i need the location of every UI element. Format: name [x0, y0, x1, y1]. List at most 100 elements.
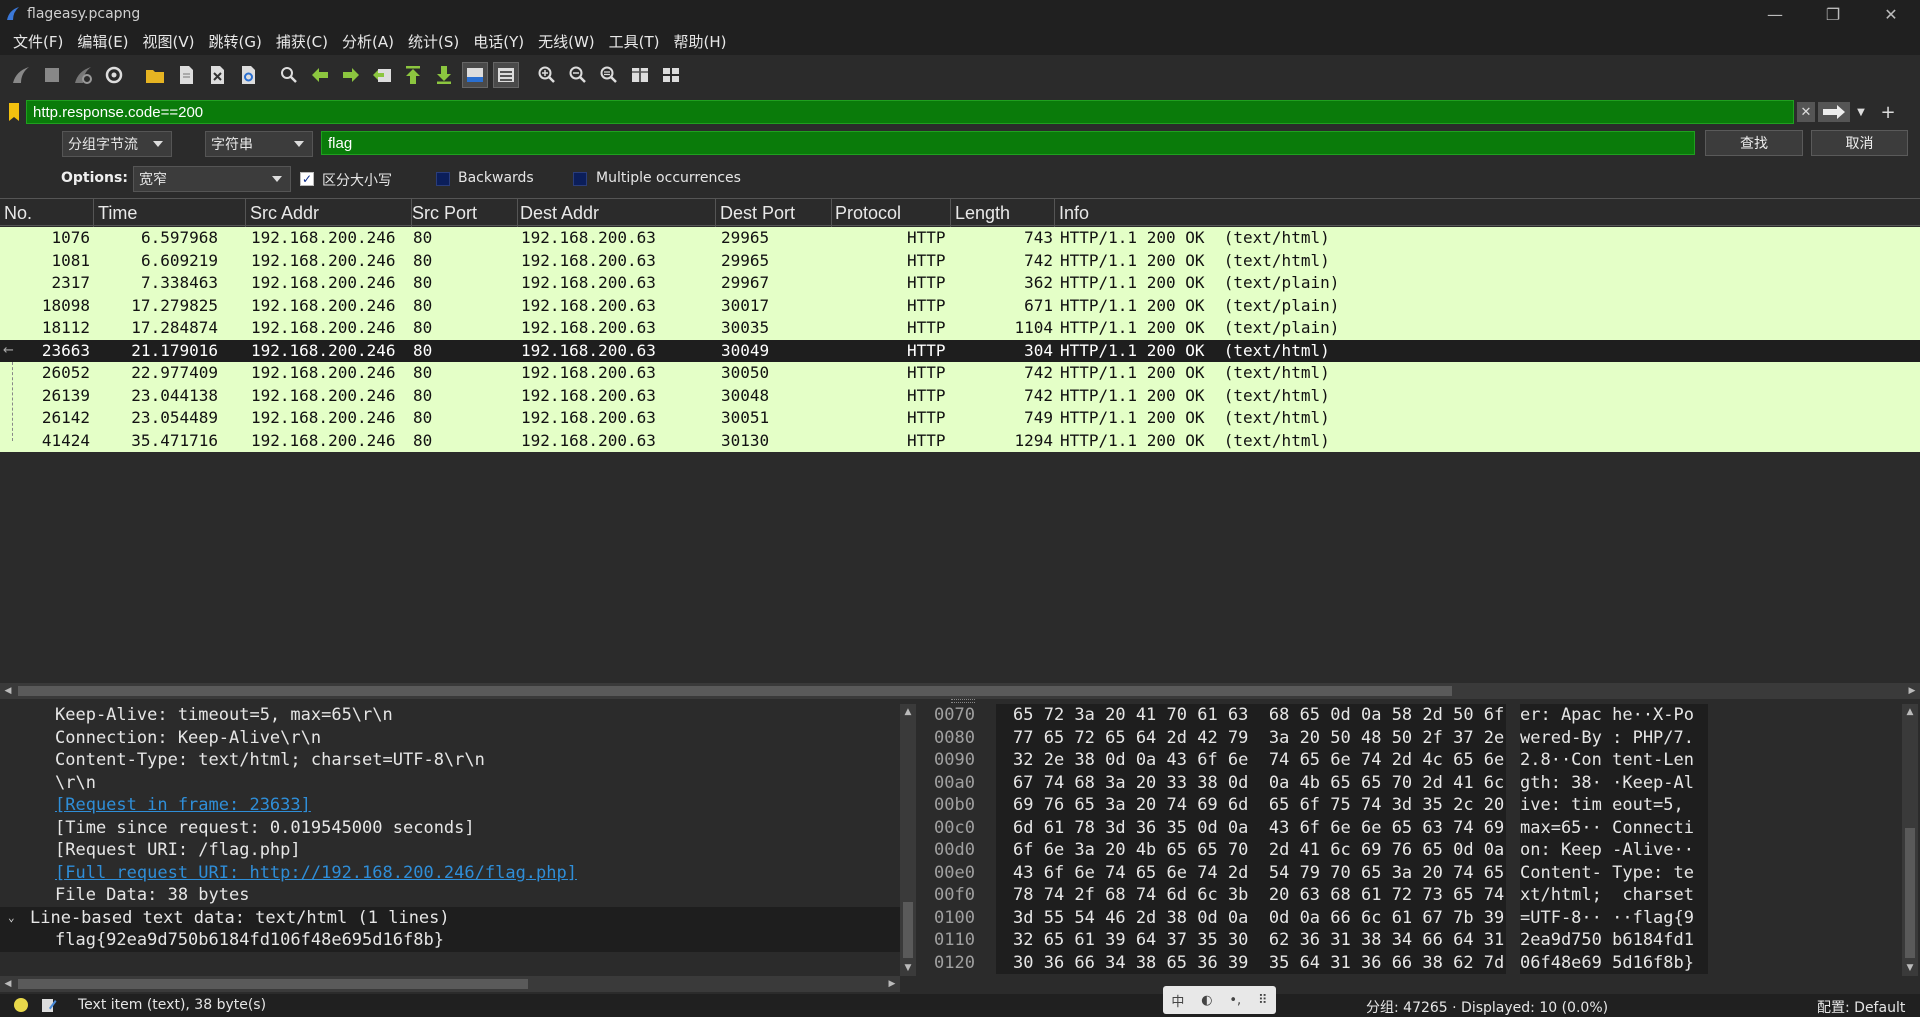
- edit-comment-icon[interactable]: [41, 997, 57, 1013]
- menu-edit[interactable]: 编辑(E): [70, 31, 135, 52]
- detail-row[interactable]: flag{92ea9d750b6184fd106f48e695d16f8b}: [0, 929, 900, 952]
- column-header-info[interactable]: Info: [1055, 199, 1920, 227]
- colorize-button[interactable]: [493, 62, 519, 88]
- pane-splitter-handle[interactable]: [951, 699, 975, 703]
- restart-capture-button[interactable]: [70, 62, 96, 88]
- column-header-dest-addr[interactable]: Dest Addr: [516, 199, 716, 227]
- ime-punctuation-icon[interactable]: •,: [1229, 993, 1241, 1008]
- byte-ascii[interactable]: gth: 38· ·Keep-Al: [1520, 771, 1708, 794]
- zoom-out-button[interactable]: [565, 62, 591, 88]
- column-header-no[interactable]: No.: [0, 199, 94, 227]
- byte-hex[interactable]: 77 65 72 65 64 2d 42 79 3a 20 50 48 50 2…: [996, 726, 1506, 749]
- packet-row[interactable]: 1076 6.597968 192.168.200.246 80 192.168.200…: [0, 227, 1920, 250]
- byte-ascii[interactable]: =UTF-8·· ··flag{9: [1520, 906, 1708, 929]
- column-header-protocol[interactable]: Protocol: [831, 199, 951, 227]
- byte-hex[interactable]: 6d 61 78 3d 36 35 0d 0a 43 6f 6e 6e 65 6…: [996, 816, 1506, 839]
- zoom-in-button[interactable]: [534, 62, 560, 88]
- expert-info-icon[interactable]: [14, 998, 28, 1012]
- menu-analyze[interactable]: 分析(A): [335, 31, 401, 52]
- first-packet-button[interactable]: [400, 62, 426, 88]
- backwards-checkbox[interactable]: [436, 172, 450, 186]
- packet-row[interactable]: 18098 17.279825 192.168.200.246 80 192.168.2…: [0, 294, 1920, 317]
- display-filter-input[interactable]: [26, 100, 1794, 124]
- column-header-dest-port[interactable]: Dest Port: [716, 199, 832, 227]
- byte-ascii[interactable]: wered-By : PHP/7.: [1520, 726, 1708, 749]
- go-to-packet-button[interactable]: [369, 62, 395, 88]
- expand-chevron-icon[interactable]: ⌄: [8, 907, 15, 930]
- byte-hex[interactable]: 65 72 3a 20 41 70 61 63 68 65 0d 0a 58 2…: [996, 704, 1506, 727]
- byte-ascii[interactable]: 2.8··Con tent-Len: [1520, 749, 1708, 772]
- byte-ascii[interactable]: max=65·· Connecti: [1520, 816, 1708, 839]
- packet-row[interactable]: 26139 23.044138 192.168.200.246 80 192.168.2…: [0, 384, 1920, 407]
- menu-view[interactable]: 视图(V): [136, 31, 202, 52]
- column-header-length[interactable]: Length: [951, 199, 1055, 227]
- detail-row[interactable]: ⌄ Line-based text data: text/html (1 line…: [0, 906, 900, 930]
- open-file-button[interactable]: [142, 62, 168, 88]
- detail-row[interactable]: File Data: 38 bytes: [0, 884, 900, 907]
- column-header-src-addr[interactable]: Src Addr: [246, 199, 412, 227]
- ime-toolbar[interactable]: 中 ◐ •, ⠿: [1163, 986, 1276, 1014]
- menu-wireless[interactable]: 无线(W): [531, 31, 602, 52]
- detail-link-row[interactable]: [Request in frame: 23633]: [0, 794, 900, 817]
- byte-hex[interactable]: 67 74 68 3a 20 33 38 0d 0a 4b 65 65 70 2…: [996, 771, 1506, 794]
- stop-capture-button[interactable]: [39, 62, 65, 88]
- byte-ascii[interactable]: on: Keep -Alive··: [1520, 839, 1708, 862]
- byte-ascii[interactable]: 06f48e69 5d16f8b}: [1520, 951, 1708, 974]
- find-query-input[interactable]: [321, 131, 1695, 155]
- packet-list-hscroll-thumb[interactable]: [18, 686, 1452, 696]
- packet-row[interactable]: 41424 35.471716 192.168.200.246 80 192.168.2…: [0, 429, 1920, 452]
- byte-hex[interactable]: 6f 6e 3a 20 4b 65 65 70 2d 41 6c 69 76 6…: [996, 839, 1506, 862]
- recent-filters-dropdown[interactable]: ▼: [1853, 102, 1869, 122]
- go-back-button[interactable]: [307, 62, 333, 88]
- case-sensitive-checkbox[interactable]: ✓: [300, 172, 314, 186]
- byte-ascii[interactable]: Content- Type: te: [1520, 861, 1708, 884]
- detail-row[interactable]: Content-Type: text/html; charset=UTF-8\r…: [0, 749, 900, 772]
- add-filter-button[interactable]: +: [1878, 100, 1898, 124]
- capture-options-button[interactable]: [101, 62, 127, 88]
- ime-moon-icon[interactable]: ◐: [1201, 993, 1212, 1008]
- menu-go[interactable]: 跳转(G): [202, 31, 269, 52]
- resize-columns-button[interactable]: [627, 62, 653, 88]
- zoom-reset-button[interactable]: [596, 62, 622, 88]
- layout-button[interactable]: [658, 62, 684, 88]
- details-vscroll-thumb[interactable]: [903, 902, 913, 958]
- clear-filter-button[interactable]: ✕: [1797, 102, 1815, 122]
- ime-menu-icon[interactable]: ⠿: [1258, 993, 1268, 1008]
- detail-row[interactable]: Connection: Keep-Alive\r\n: [0, 727, 900, 750]
- reload-file-button[interactable]: [235, 62, 261, 88]
- column-header-src-port[interactable]: Src Port: [408, 199, 518, 227]
- packet-row[interactable]: 26142 23.054489 192.168.200.246 80 192.168.2…: [0, 407, 1920, 430]
- search-type-select[interactable]: 字符串: [205, 131, 313, 157]
- ime-mode-icon[interactable]: 中: [1171, 991, 1184, 1010]
- packet-row[interactable]: 23663 21.179016 192.168.200.246 80 192.168.2…: [0, 339, 1920, 362]
- byte-ascii[interactable]: ive: tim eout=5,: [1520, 794, 1708, 817]
- start-capture-button[interactable]: [8, 62, 34, 88]
- detail-link-row[interactable]: [Full request URI: http://192.168.200.24…: [0, 862, 900, 885]
- multiple-occurrences-checkbox[interactable]: [573, 172, 587, 186]
- autoscroll-button[interactable]: [462, 62, 488, 88]
- menu-tools[interactable]: 工具(T): [602, 31, 667, 52]
- bytes-vscrollbar[interactable]: ▲ ▼: [1902, 704, 1918, 976]
- column-header-time[interactable]: Time: [94, 199, 246, 227]
- bytes-vscroll-thumb[interactable]: [1905, 828, 1915, 958]
- byte-hex[interactable]: 32 2e 38 0d 0a 43 6f 6e 74 65 6e 74 2d 4…: [996, 749, 1506, 772]
- status-profile[interactable]: 配置: Default: [1817, 997, 1905, 1017]
- byte-hex[interactable]: 69 76 65 3a 20 74 69 6d 65 6f 75 74 3d 3…: [996, 794, 1506, 817]
- byte-hex[interactable]: 30 36 66 34 38 65 36 39 35 64 31 36 66 3…: [996, 951, 1506, 974]
- details-hscroll-thumb[interactable]: [18, 979, 528, 989]
- details-hscrollbar[interactable]: ◀ ▶: [0, 976, 900, 992]
- menu-help[interactable]: 帮助(H): [667, 31, 734, 52]
- details-vscrollbar[interactable]: ▲ ▼: [900, 704, 916, 976]
- byte-hex[interactable]: 32 65 61 39 64 37 35 30 62 36 31 38 34 6…: [996, 929, 1506, 952]
- detail-row[interactable]: [Time since request: 0.019545000 seconds…: [0, 817, 900, 840]
- detail-row[interactable]: Keep-Alive: timeout=5, max=65\r\n: [0, 704, 900, 727]
- menu-telephony[interactable]: 电话(Y): [466, 31, 531, 52]
- close-file-button[interactable]: [204, 62, 230, 88]
- find-button[interactable]: 查找: [1705, 130, 1803, 156]
- packet-row[interactable]: 2317 7.338463 192.168.200.246 80 192.168.200…: [0, 272, 1920, 295]
- last-packet-button[interactable]: [431, 62, 457, 88]
- packet-list-hscrollbar[interactable]: ◀ ▶: [0, 683, 1920, 699]
- menu-capture[interactable]: 捕获(C): [269, 31, 335, 52]
- byte-ascii[interactable]: 2ea9d750 b6184fd1: [1520, 929, 1708, 952]
- packet-row[interactable]: 26052 22.977409 192.168.200.246 80 192.168.2…: [0, 362, 1920, 385]
